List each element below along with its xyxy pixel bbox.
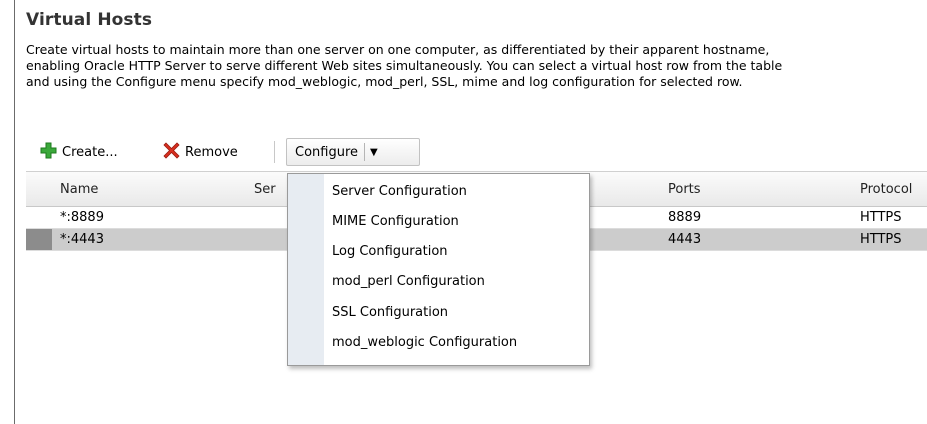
cell-ports: 8889 [668,210,702,225]
menu-item-mime-configuration[interactable]: MIME Configuration [332,210,582,234]
description-line: Create virtual hosts to maintain more th… [26,42,770,57]
row-gutter [26,207,52,228]
menu-item-server-configuration[interactable]: Server Configuration [332,180,582,204]
cell-name: *:8889 [60,210,104,225]
menu-item-mod-perl-configuration[interactable]: mod_perl Configuration [332,270,582,294]
configure-dropdown-menu: Server Configuration MIME Configuration … [287,173,590,366]
cell-ports: 4443 [668,232,702,247]
cell-protocol: HTTPS [860,232,902,247]
toolbar-separator [274,141,275,163]
page-title: Virtual Hosts [26,10,153,30]
description-line: and using the Configure menu specify mod… [26,74,743,89]
column-header-name[interactable]: Name [60,182,98,197]
left-border [14,0,15,424]
remove-button[interactable]: Remove [163,134,238,170]
configure-button-label: Configure [295,144,359,160]
remove-button-label: Remove [185,144,238,160]
create-button[interactable]: Create... [40,134,118,170]
configure-menu-button[interactable]: Configure ▼ [286,138,420,166]
column-header-server[interactable]: Ser [254,182,276,197]
cell-name: *:4443 [60,232,104,247]
row-gutter [26,229,52,250]
menu-item-log-configuration[interactable]: Log Configuration [332,240,582,264]
menu-item-mod-weblogic-configuration[interactable]: mod_weblogic Configuration [332,331,582,355]
create-button-label: Create... [62,144,118,160]
column-header-protocol[interactable]: Protocol [860,182,912,197]
menu-item-ssl-configuration[interactable]: SSL Configuration [332,301,582,325]
page-description: Create virtual hosts to maintain more th… [26,42,921,90]
menu-icon-strip [288,174,324,365]
cell-protocol: HTTPS [860,210,902,225]
x-icon [163,141,180,163]
chevron-down-icon[interactable]: ▼ [365,147,378,158]
description-line: enabling Oracle HTTP Server to serve dif… [26,58,783,73]
plus-icon [40,142,57,163]
column-header-ports[interactable]: Ports [668,182,701,197]
toolbar: Create... Remove Configure ▼ [26,134,927,170]
